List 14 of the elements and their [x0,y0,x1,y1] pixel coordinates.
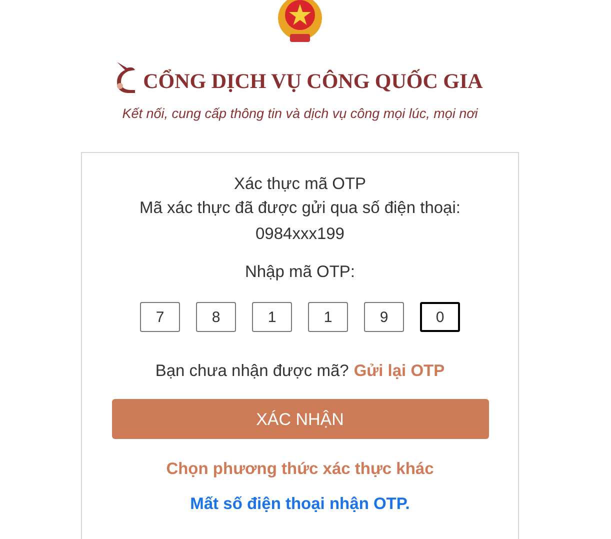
card-heading: Xác thực mã OTP [234,174,366,196]
portal-title: CỔNG DỊCH VỤ CÔNG QUỐC GIA [143,71,483,92]
otp-digit-field[interactable]: 0 [420,302,460,332]
tagline: Kết nối, cung cấp thông tin và dịch vụ công mọi lúc, mọi nơi [122,105,478,123]
otp-digit-field[interactable]: 1 [252,302,292,332]
otp-message: Mã xác thực đã được gửi qua số điện thoại: [140,198,460,220]
resend-prompt: Bạn chưa nhận được mã? [155,361,349,382]
phone-number: 0984xxx199 [256,224,344,246]
lost-phone-link[interactable]: Mất số điện thoại nhận OTP. [190,493,410,516]
otp-digit-field[interactable]: 8 [196,302,236,332]
otp-digit-field[interactable]: 7 [140,302,180,332]
otp-digit-field[interactable]: 1 [308,302,348,332]
otp-digit-field[interactable]: 9 [364,302,404,332]
otp-label: Nhập mã OTP: [244,262,356,284]
